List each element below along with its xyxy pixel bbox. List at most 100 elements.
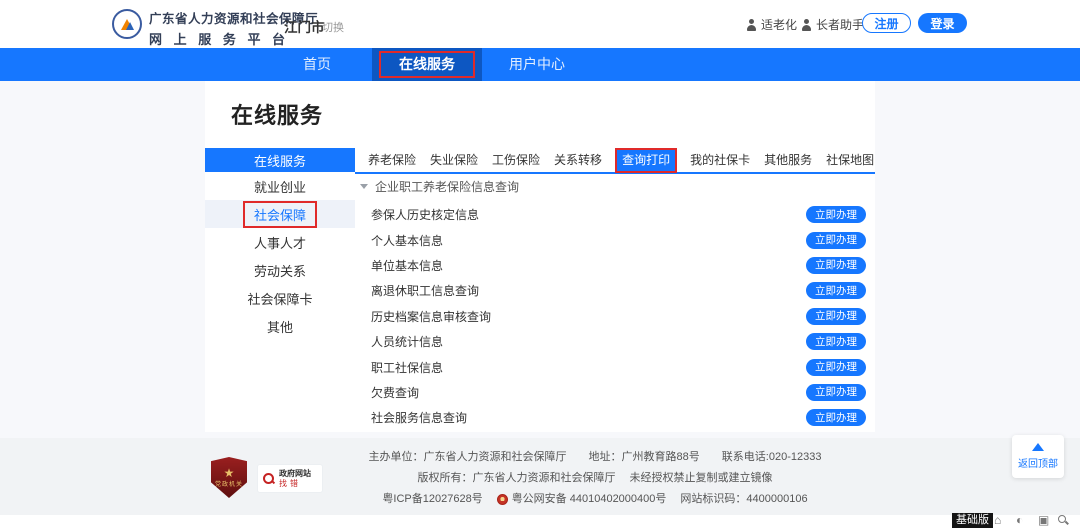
footer-line-1: 主办单位：广东省人力资源和社会保障厅 地址：广州教育路88号 联系电话:020-…	[340, 447, 850, 468]
apply-now-button[interactable]: 立即办理	[806, 359, 866, 376]
service-tabs: 养老保险 失业保险 工伤保险 关系转移 查询打印 我的社保卡 其他服务 社保地图	[355, 149, 875, 174]
service-group-header: 企业职工养老保险信息查询	[355, 176, 875, 197]
apply-now-button[interactable]: 立即办理	[806, 333, 866, 350]
sidebar-item-employment[interactable]: 就业创业	[205, 172, 355, 200]
zoom-search-icon[interactable]	[1058, 515, 1069, 526]
tab-social-security-map[interactable]: 社保地图	[826, 149, 874, 172]
current-city: 江门市	[284, 16, 325, 36]
service-label: 历史档案信息审核查询	[371, 308, 491, 325]
footer-icp[interactable]: 粤ICP备12027628号	[382, 489, 482, 510]
apply-now-button[interactable]: 立即办理	[806, 282, 866, 299]
sidebar-item-social-security-card[interactable]: 社会保障卡	[205, 284, 355, 312]
collapse-caret-icon[interactable]	[360, 184, 368, 189]
main-navbar: 首页 在线服务 用户中心 搜索	[0, 48, 1080, 81]
elder-helper-icon	[801, 19, 812, 31]
tab-unemployment-insurance[interactable]: 失业保险	[430, 149, 478, 172]
logo-figure-icon	[121, 18, 134, 31]
sidebar-item-label: 劳动关系	[245, 259, 315, 282]
tab-my-social-security-card[interactable]: 我的社保卡	[690, 149, 750, 172]
service-row: 历史档案信息审核查询 立即办理	[355, 304, 875, 329]
tab-pension-insurance[interactable]: 养老保险	[368, 149, 416, 172]
elder-mode-link[interactable]: 适老化	[746, 16, 797, 33]
register-button[interactable]: 注册	[862, 13, 911, 33]
service-label: 人员统计信息	[371, 333, 443, 350]
switch-city-link[interactable]: 切换	[322, 19, 344, 35]
service-group-title: 企业职工养老保险信息查询	[375, 178, 519, 195]
elder-helper-label: 长者助手	[816, 16, 864, 33]
footer-address: 地址：广州教育路88号	[589, 447, 700, 468]
back-to-top-label: 返回顶部	[1018, 455, 1058, 470]
service-row: 个人基本信息 立即办理	[355, 227, 875, 252]
apply-now-button[interactable]: 立即办理	[806, 257, 866, 274]
footer-copyright-notice: 未经授权禁止复制或建立镜像	[630, 468, 773, 489]
service-label: 职工社保信息	[371, 359, 443, 376]
home-icon[interactable]: ⌂	[994, 512, 1001, 528]
footer-site-code: 网站标识码：4400000106	[680, 489, 807, 510]
service-row: 离退休职工信息查询 立即办理	[355, 278, 875, 303]
magnifier-icon	[263, 473, 275, 485]
annotation-box-sidebar: 社会保障	[243, 201, 317, 228]
nav-item-online-services-label: 在线服务	[399, 56, 455, 72]
footer-line-2: 版权所有：广东省人力资源和社会保障厅 未经授权禁止复制或建立镜像	[340, 468, 850, 489]
service-row: 职工社保信息 立即办理	[355, 354, 875, 379]
sidebar-item-label: 其他	[258, 315, 302, 338]
elder-mode-label: 适老化	[761, 16, 797, 33]
footer-copyright: 版权所有：广东省人力资源和社会保障厅	[418, 468, 616, 489]
service-list: 企业职工养老保险信息查询 参保人历史核定信息 立即办理 个人基本信息 立即办理 …	[355, 176, 875, 431]
tab-relationship-transfer[interactable]: 关系转移	[554, 149, 602, 172]
elder-mode-icon	[746, 19, 757, 31]
site-header: 广东省人力资源和社会保障厅 网 上 服 务 平 台 江门市 切换 适老化 长者助…	[0, 0, 1080, 48]
tab-query-print-label: 查询打印	[622, 153, 670, 167]
sidebar-header: 在线服务	[205, 148, 355, 172]
govfind-label-1: 政府网站	[279, 469, 311, 478]
gov-site-error-report-badge[interactable]: 政府网站 找错	[257, 464, 323, 493]
sidebar-item-label: 就业创业	[245, 175, 315, 198]
sidebar-item-labor-relations[interactable]: 劳动关系	[205, 256, 355, 284]
apply-now-button[interactable]: 立即办理	[806, 409, 866, 426]
up-arrow-icon	[1032, 443, 1044, 451]
tab-work-injury-insurance[interactable]: 工伤保险	[492, 149, 540, 172]
service-label: 个人基本信息	[371, 232, 443, 249]
service-row: 人员统计信息 立即办理	[355, 329, 875, 354]
sidebar-item-other[interactable]: 其他	[205, 312, 355, 340]
service-label: 欠费查询	[371, 384, 419, 401]
sidebar-item-social-security[interactable]: 社会保障	[205, 200, 355, 228]
service-row: 社会服务信息查询 立即办理	[355, 405, 875, 430]
police-badge-icon	[497, 494, 508, 505]
sidebar-item-personnel[interactable]: 人事人才	[205, 228, 355, 256]
apply-now-button[interactable]: 立即办理	[806, 206, 866, 223]
window-icon[interactable]: ▣	[1038, 512, 1049, 528]
site-logo-icon	[112, 9, 142, 39]
nav-item-home[interactable]: 首页	[262, 48, 372, 81]
service-label: 离退休职工信息查询	[371, 282, 479, 299]
nav-item-online-services[interactable]: 在线服务	[372, 48, 482, 81]
nav-item-user-center[interactable]: 用户中心	[482, 48, 592, 81]
service-row: 欠费查询 立即办理	[355, 380, 875, 405]
service-label: 社会服务信息查询	[371, 409, 467, 426]
back-to-top-button[interactable]: 返回顶部	[1012, 435, 1064, 478]
sidebar: 在线服务 就业创业 社会保障 人事人才 劳动关系 社会保障卡 其他	[205, 148, 355, 340]
shield-star-icon: ★	[224, 468, 235, 478]
page-title: 在线服务	[231, 98, 323, 130]
shield-badge-label: 党政机关	[215, 479, 243, 488]
service-row: 参保人历史核定信息 立即办理	[355, 202, 875, 227]
apply-now-button[interactable]: 立即办理	[806, 384, 866, 401]
govfind-label-2: 找错	[279, 479, 311, 488]
footer-phone: 联系电话:020-12333	[722, 447, 822, 468]
footer-info: 主办单位：广东省人力资源和社会保障厅 地址：广州教育路88号 联系电话:020-…	[340, 447, 850, 510]
login-button[interactable]: 登录	[918, 13, 967, 33]
footer-host: 主办单位：广东省人力资源和社会保障厅	[369, 447, 567, 468]
contrast-icon[interactable]: ◐	[1016, 512, 1023, 528]
tab-other-services[interactable]: 其他服务	[764, 149, 812, 172]
footer-police-record[interactable]: 粤公网安备 44010402000400号	[512, 489, 667, 510]
sidebar-item-label: 社会保障卡	[238, 287, 321, 310]
apply-now-button[interactable]: 立即办理	[806, 232, 866, 249]
elder-helper-link[interactable]: 长者助手	[801, 16, 864, 33]
apply-now-button[interactable]: 立即办理	[806, 308, 866, 325]
version-badge: 基础版	[952, 513, 993, 528]
footer-line-3: 粤ICP备12027628号 粤公网安备 44010402000400号 网站标…	[340, 489, 850, 510]
service-label: 单位基本信息	[371, 257, 443, 274]
tab-query-print[interactable]: 查询打印	[616, 149, 676, 172]
sidebar-item-label: 人事人才	[245, 231, 315, 254]
page: 广东省人力资源和社会保障厅 网 上 服 务 平 台 江门市 切换 适老化 长者助…	[0, 0, 1080, 530]
